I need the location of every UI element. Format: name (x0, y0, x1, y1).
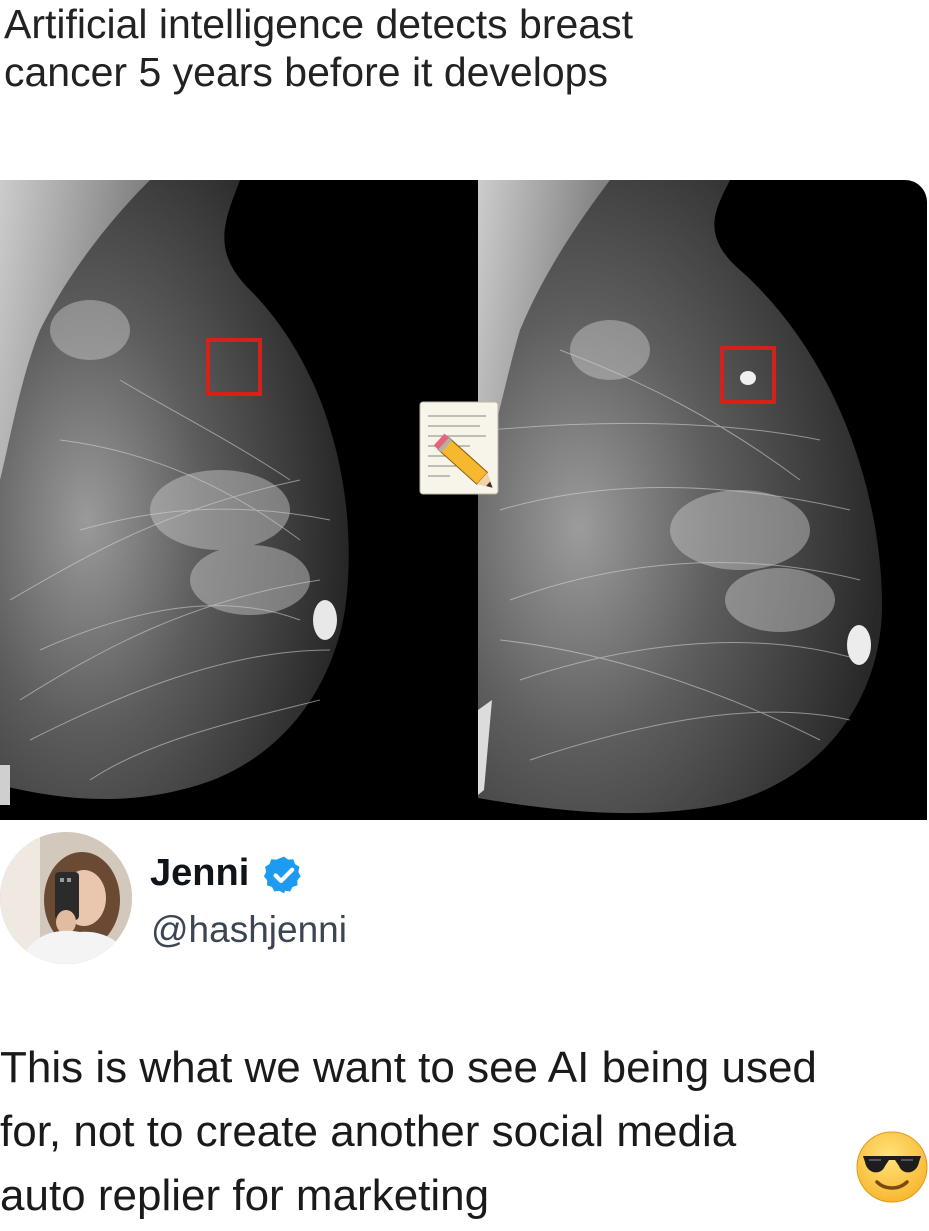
verified-badge-icon (263, 856, 301, 894)
display-name[interactable]: Jenni (150, 852, 249, 895)
memo-pencil-icon (419, 401, 499, 495)
tweet-author[interactable]: Jenni @hashjenni (0, 827, 929, 967)
mammogram-image[interactable] (0, 180, 927, 820)
tweet-text: This is what we want to see AI being use… (0, 1036, 929, 1228)
headline: Artificial intelligence detects breast c… (4, 0, 904, 96)
avatar[interactable] (0, 832, 132, 964)
tweet-text-line-3: auto replier for marketing (0, 1171, 490, 1220)
tweet-text-line-1: This is what we want to see AI being use… (0, 1043, 817, 1092)
headline-line-2: cancer 5 years before it develops (4, 49, 608, 95)
smiling-face-with-sunglasses-icon (856, 1131, 928, 1203)
headline-line-1: Artificial intelligence detects breast (4, 1, 633, 47)
mammogram-right (478, 180, 883, 814)
tweet-text-line-2: for, not to create another social media (0, 1107, 737, 1156)
mammogram-left (0, 180, 349, 805)
mammogram-comparison (0, 180, 883, 814)
user-handle[interactable]: @hashjenni (151, 909, 347, 951)
